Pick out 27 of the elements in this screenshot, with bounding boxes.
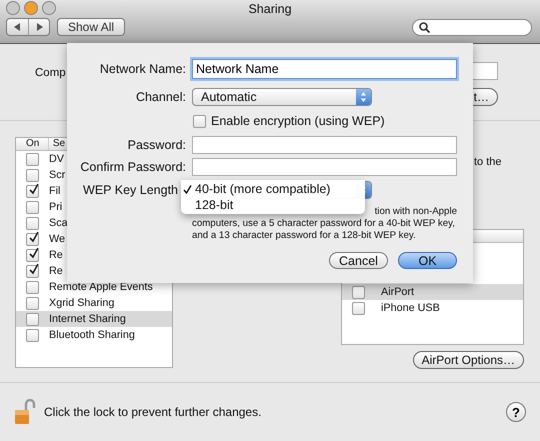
field-label: Confirm Password: [80,160,186,174]
service-name: Scr [49,169,66,181]
note-text: tion with non-Apple [374,206,457,218]
service-name: Pri [49,201,62,213]
service-name: Sca [49,217,68,229]
service-name: Re [49,249,63,261]
note-text: and a 13 character password for a 128-bit WEP key. [192,230,417,242]
description-text: to the [474,156,502,168]
field-label: Channel: [134,90,186,104]
service-name: Bluetooth Sharing [49,329,135,341]
service-name: Fil [49,185,60,197]
note-text: computers, use a 5 character password for a 40-bit WEP key, [192,218,456,230]
column-header: On [16,138,49,150]
service-name: Remote Apple Events [49,281,153,293]
field-label: WEP Key Length [82,183,178,197]
service-name: We [49,233,66,245]
field-label: Network Name: [98,62,186,76]
service-name: Internet Sharing [49,313,126,325]
lock-message: Click the lock to prevent further changes. [44,405,262,419]
window-title: Sharing [248,2,292,16]
computer-name-label: Comp [35,67,66,79]
port-name: iPhone USB [381,302,440,314]
service-name: Re [49,265,63,277]
checkbox-label: Enable encryption (using WEP) [211,114,385,128]
port-name: AirPort [381,286,414,298]
service-name: DV [49,153,64,165]
service-name: Xgrid Sharing [49,297,114,309]
